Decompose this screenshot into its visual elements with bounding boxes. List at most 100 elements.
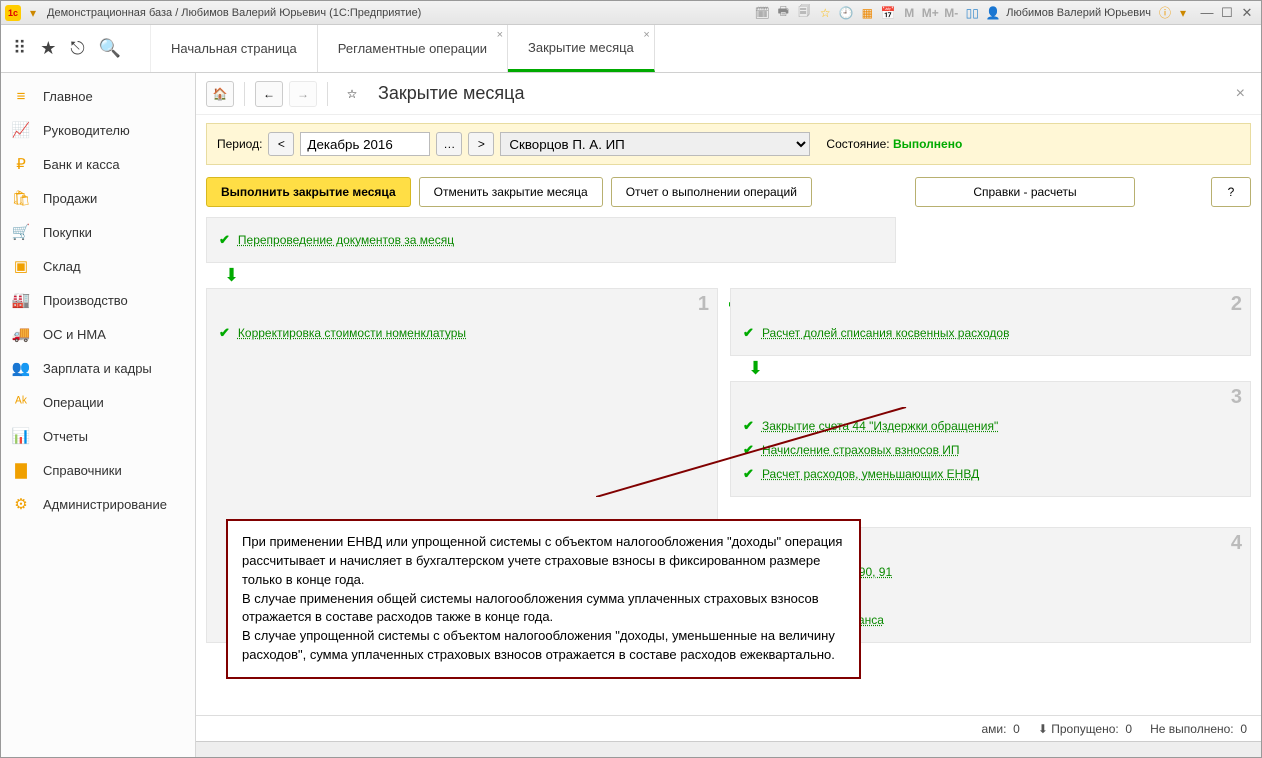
panel-icon[interactable]: ▯▯ xyxy=(963,4,981,22)
factory-icon: 🏭 xyxy=(11,291,31,309)
back-button[interactable]: ← xyxy=(255,81,283,107)
tab-close-icon[interactable]: × xyxy=(643,29,649,41)
search-icon[interactable]: 🔍 xyxy=(99,38,121,59)
truck-icon: 🚚 xyxy=(11,325,31,343)
check-icon: ✔ xyxy=(743,466,754,482)
stage-3: 3 ✔Закрытие счета 44 "Издержки обращения… xyxy=(730,381,1251,497)
close-page-button[interactable]: × xyxy=(1230,85,1251,103)
stage-number: 4 xyxy=(1231,532,1242,555)
home-button[interactable]: 🏠 xyxy=(206,81,234,107)
state-label: Состояние: xyxy=(826,137,889,151)
sidebar-item-hr[interactable]: 👥Зарплата и кадры xyxy=(1,351,195,385)
tab-home[interactable]: Начальная страница xyxy=(151,25,318,72)
m-icon[interactable]: M xyxy=(900,4,918,22)
window-titlebar: 1c ▾ Демонстрационная база / Любимов Вал… xyxy=(1,1,1261,25)
sidebar-item-operations[interactable]: ᴬᵏОперации xyxy=(1,385,195,419)
callout-tooltip: При применении ЕНВД или упрощенной систе… xyxy=(226,519,861,679)
calendar-icon[interactable]: 📅 xyxy=(879,4,897,22)
info-dropdown[interactable]: ▾ xyxy=(1175,5,1191,21)
execute-button[interactable]: Выполнить закрытие месяца xyxy=(206,177,411,207)
org-select[interactable]: Скворцов П. А. ИП xyxy=(500,132,810,156)
tab-close-icon[interactable]: × xyxy=(497,29,503,41)
tab-regops[interactable]: Регламентные операции× xyxy=(318,25,508,72)
arrow-down-icon: ⬇ xyxy=(224,265,1251,286)
actions-row: Выполнить закрытие месяца Отменить закры… xyxy=(196,173,1261,217)
check-icon: ✔ xyxy=(219,232,230,248)
sidebar-item-manager[interactable]: 📈Руководителю xyxy=(1,113,195,147)
favorites-icon[interactable]: ★ xyxy=(40,38,56,59)
stage-reprov: ✔ Перепроведение документов за месяц xyxy=(206,217,896,263)
page-title: Закрытие месяца xyxy=(378,83,524,104)
toolbar-icon-2[interactable]: 🖶 xyxy=(774,4,792,22)
sidebar-item-purchases[interactable]: 🛒Покупки xyxy=(1,215,195,249)
user-icon: 👤 xyxy=(984,4,1002,22)
check-icon: ✔ xyxy=(743,442,754,458)
maximize-button[interactable]: ☐ xyxy=(1217,5,1237,21)
stage-number: 2 xyxy=(1231,293,1242,316)
period-label: Период: xyxy=(217,137,262,151)
gear-icon: ⚙ xyxy=(11,495,31,513)
stage-2: 2 ✔ Расчет долей списания косвенных расхо… xyxy=(730,288,1251,356)
toolbar-icon-1[interactable]: 🗓 xyxy=(753,4,771,22)
period-choose-button[interactable]: … xyxy=(436,132,462,156)
m-plus-icon[interactable]: M+ xyxy=(921,4,939,22)
window-title: Демонстрационная база / Любимов Валерий … xyxy=(47,7,753,19)
horizontal-scrollbar[interactable] xyxy=(196,741,1261,757)
info-icon[interactable]: ⓘ xyxy=(1159,4,1171,21)
people-icon: 👥 xyxy=(11,359,31,377)
params-bar: Период: < … > Скворцов П. А. ИП Состояни… xyxy=(206,123,1251,165)
references-button[interactable]: Справки - расчеты xyxy=(915,177,1135,207)
tab-monthclose[interactable]: Закрытие месяца× xyxy=(508,25,655,72)
app-menu-dropdown[interactable]: ▾ xyxy=(25,5,41,21)
sidebar-item-admin[interactable]: ⚙Администрирование xyxy=(1,487,195,521)
close-button[interactable]: ✕ xyxy=(1237,5,1257,21)
sidebar-item-assets[interactable]: 🚚ОС и НМА xyxy=(1,317,195,351)
cart-icon: 🛒 xyxy=(11,223,31,241)
current-user: Любимов Валерий Юрьевич xyxy=(1006,7,1151,19)
forward-button[interactable]: → xyxy=(289,81,317,107)
sidebar-item-bank[interactable]: ₽Банк и касса xyxy=(1,147,195,181)
sidebar: ≡Главное 📈Руководителю ₽Банк и касса 🛍Пр… xyxy=(1,73,196,757)
down-icon: ⬇ xyxy=(1038,722,1048,736)
stage-number: 1 xyxy=(698,293,709,316)
op-link-envd-expenses[interactable]: Расчет расходов, уменьшающих ЕНВД xyxy=(762,467,979,481)
main-icon: ≡ xyxy=(11,88,31,105)
warehouse-icon: ▣ xyxy=(11,257,31,275)
period-next-button[interactable]: > xyxy=(468,132,494,156)
period-input[interactable] xyxy=(300,132,430,156)
op-link-correction[interactable]: Корректировка стоимости номенклатуры xyxy=(238,326,466,340)
op-link-insurance[interactable]: Начисление страховых взносов ИП xyxy=(762,443,960,457)
sidebar-item-sales[interactable]: 🛍Продажи xyxy=(1,181,195,215)
history-icon[interactable]: 🕘 xyxy=(837,4,855,22)
m-minus-icon[interactable]: M- xyxy=(942,4,960,22)
favorite-icon[interactable]: ☆ xyxy=(816,4,834,22)
op-link-reprov[interactable]: Перепроведение документов за месяц xyxy=(238,233,454,247)
sections-icon[interactable]: ⠿ xyxy=(13,38,26,59)
top-toolbar: ⠿ ★ ⎋ 🔍 Начальная страница Регламентные … xyxy=(1,25,1261,73)
bank-icon: ₽ xyxy=(11,155,31,173)
minimize-button[interactable]: — xyxy=(1197,5,1217,21)
sidebar-item-main[interactable]: ≡Главное xyxy=(1,79,195,113)
sidebar-item-reports[interactable]: 📊Отчеты xyxy=(1,419,195,453)
calc-icon[interactable]: ▦ xyxy=(858,4,876,22)
report-button[interactable]: Отчет о выполнении операций xyxy=(611,177,812,207)
cancel-close-button[interactable]: Отменить закрытие месяца xyxy=(419,177,603,207)
period-prev-button[interactable]: < xyxy=(268,132,294,156)
history-nav-icon[interactable]: ⎋ xyxy=(70,38,84,59)
book-icon: ▇ xyxy=(11,461,31,479)
callout-text: При применении ЕНВД или упрощенной систе… xyxy=(242,534,842,662)
app-logo-icon: 1c xyxy=(5,5,21,21)
sidebar-item-warehouse[interactable]: ▣Склад xyxy=(1,249,195,283)
sales-icon: 🛍 xyxy=(11,189,31,207)
op-link-acc44[interactable]: Закрытие счета 44 "Издержки обращения" xyxy=(762,419,998,433)
sidebar-item-production[interactable]: 🏭Производство xyxy=(1,283,195,317)
toolbar-icon-3[interactable]: 🗐 xyxy=(795,4,813,22)
ops-icon: ᴬᵏ xyxy=(11,394,31,411)
check-icon: ✔ xyxy=(219,325,230,341)
status-bar: ами: 0 ⬇ Пропущено: 0 Не выполнено: 0 xyxy=(196,715,1261,741)
op-link-indirect[interactable]: Расчет долей списания косвенных расходов xyxy=(762,326,1010,340)
help-button[interactable]: ? xyxy=(1211,177,1251,207)
sidebar-item-refs[interactable]: ▇Справочники xyxy=(1,453,195,487)
check-icon: ✔ xyxy=(743,325,754,341)
star-button[interactable]: ☆ xyxy=(338,81,366,107)
